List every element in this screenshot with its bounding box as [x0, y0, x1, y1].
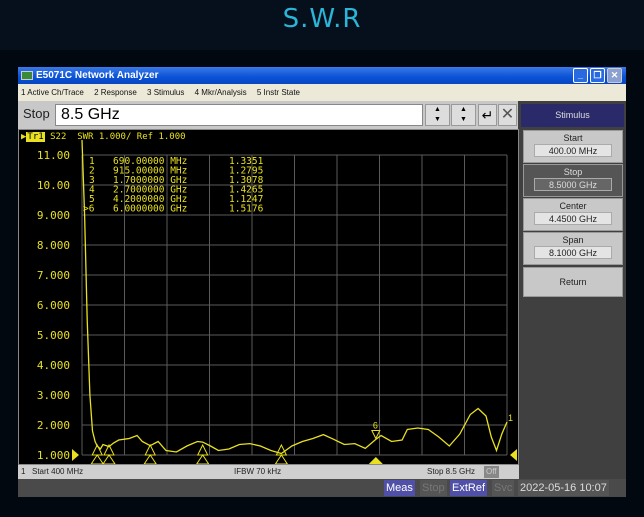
- y-tick-label: 6.000: [37, 299, 70, 312]
- menu-stimulus[interactable]: 3 Stimulus: [147, 88, 184, 97]
- minimize-button[interactable]: _: [573, 68, 588, 83]
- page-title: S.W.R: [282, 4, 362, 34]
- cancel-entry-icon[interactable]: ✕: [498, 104, 517, 126]
- y-tick-label: 3.000: [37, 389, 70, 402]
- analyzer-window: E5071C Network Analyzer _ ❐ ✕ 1 Active C…: [18, 67, 626, 497]
- stop-softkey[interactable]: Stop 8.5000 GHz: [523, 164, 623, 197]
- marker-4-icon: [196, 443, 210, 464]
- ifbw: IFBW 70 kHz: [234, 467, 282, 476]
- marker-6-label: 6: [373, 420, 378, 430]
- y-tick-label: 7.000: [37, 269, 70, 282]
- ref-level-right-marker: [510, 449, 517, 461]
- start-value: 400.00 MHz: [534, 144, 612, 157]
- y-tick-label: 9.000: [37, 209, 70, 222]
- menu-mkr-analysis[interactable]: 4 Mkr/Analysis: [195, 88, 247, 97]
- window-title: E5071C Network Analyzer: [36, 70, 159, 81]
- softkey-panel: Stimulus Start 400.00 MHz Stop 8.5000 GHz …: [519, 101, 626, 479]
- marker-5-icon: [274, 443, 288, 464]
- restore-button[interactable]: ❐: [590, 68, 605, 83]
- swr-plot: 11.00 10.00 9.000 8.000 7.000 6.000 5.000 4.000…: [37, 139, 517, 464]
- ref-level-left-marker: [72, 449, 79, 461]
- datetime: 2022-05-16 10:07: [518, 480, 609, 496]
- trace-label[interactable]: Tr1: [26, 132, 45, 142]
- marker-value: 1.5176: [229, 204, 264, 215]
- enter-icon[interactable]: ↵: [478, 104, 497, 126]
- start-frequency: Start 400 MHz: [32, 467, 84, 476]
- entry-label: Stop: [23, 106, 50, 121]
- stop-value: 8.5000 GHz: [534, 178, 612, 191]
- meas-indicator: Meas: [384, 480, 415, 496]
- center-label: Center: [559, 201, 587, 211]
- status-bar: Meas Stop ExtRef Svc 2022-05-16 10:07: [18, 479, 626, 497]
- center-value: 4.4500 GHz: [534, 212, 612, 225]
- active-marker-pointer: [368, 457, 383, 464]
- span-label: Span: [562, 235, 584, 245]
- channel-number: 1: [21, 467, 26, 476]
- trace-settings: S22 SWR 1.000/ Ref 1.000: [44, 132, 186, 142]
- channel-status-bar: 1 Start 400 MHz IFBW 70 kHz Stop 8.5 GHz…: [18, 465, 519, 479]
- stop-frequency: Stop 8.5 GHz: [427, 467, 476, 476]
- stop-label: Stop: [563, 167, 583, 177]
- span-softkey[interactable]: Span 8.1000 GHz: [523, 232, 623, 265]
- marker-3-icon: [143, 443, 157, 464]
- extref-indicator: ExtRef: [450, 480, 488, 496]
- svc-indicator: Svc: [492, 480, 515, 496]
- y-tick-label: 2.000: [37, 419, 70, 432]
- menu-response[interactable]: 2 Response: [94, 88, 137, 97]
- spinner-large[interactable]: ▲ ▼: [451, 104, 476, 126]
- menu-instr-state[interactable]: 5 Instr State: [257, 88, 300, 97]
- measurement-chart: 11.00 10.00 9.000 8.000 7.000 6.000 5.000 4.000…: [18, 129, 519, 465]
- marker-n: >6: [83, 204, 95, 215]
- entry-input[interactable]: 8.5 GHz: [55, 104, 423, 126]
- marker-2-icon: [102, 443, 116, 464]
- close-button[interactable]: ✕: [607, 68, 622, 83]
- off-indicator: Off: [484, 466, 499, 478]
- trace-header: ▶Tr1 S22 SWR 1.000/ Ref 1.000: [21, 132, 186, 142]
- window-titlebar: E5071C Network Analyzer _ ❐ ✕: [18, 67, 626, 84]
- span-value: 8.1000 GHz: [534, 246, 612, 259]
- entry-bar: Stop 8.5 GHz ▲ ▼ ▲ ▼ ↵ ✕: [18, 101, 518, 129]
- trace-end-label: 1: [508, 413, 513, 423]
- menu-active-ch-trace[interactable]: 1 Active Ch/Trace: [21, 88, 84, 97]
- y-tick-label: 4.000: [37, 359, 70, 372]
- marker-freq: 6.0000000 GHz: [113, 204, 187, 215]
- y-tick-label: 5.000: [37, 329, 70, 342]
- start-label: Start: [563, 133, 583, 143]
- y-tick-label: 1.000: [37, 449, 70, 462]
- app-icon: [21, 71, 33, 80]
- y-tick-label: 10.00: [37, 179, 70, 192]
- y-tick-label: 11.00: [37, 149, 70, 162]
- start-softkey[interactable]: Start 400.00 MHz: [523, 130, 623, 163]
- spinner-small[interactable]: ▲ ▼: [425, 104, 450, 126]
- softkey-title: Stimulus: [521, 104, 624, 127]
- center-softkey[interactable]: Center 4.4500 GHz: [523, 198, 623, 231]
- return-softkey[interactable]: Return: [523, 267, 623, 297]
- stop-indicator: Stop: [420, 480, 447, 496]
- menu-bar: 1 Active Ch/Trace 2 Response 3 Stimulus …: [18, 84, 626, 101]
- y-tick-label: 8.000: [37, 239, 70, 252]
